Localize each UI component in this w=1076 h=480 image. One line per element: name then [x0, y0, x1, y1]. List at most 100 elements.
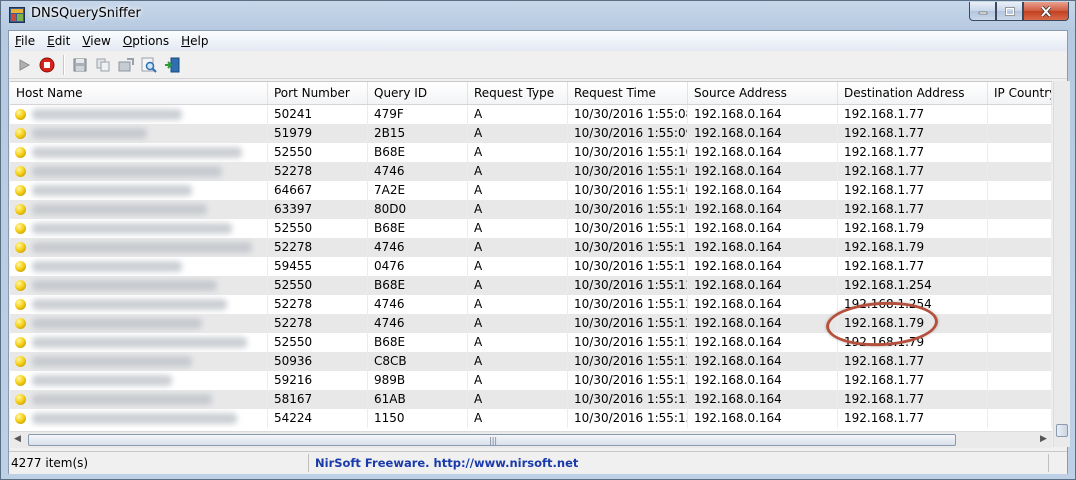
table-cell: 192.168.1.77 — [838, 105, 988, 124]
vertical-scrollbar[interactable] — [1053, 81, 1070, 447]
table-cell: 52278 — [268, 162, 368, 181]
table-cell: 52550 — [268, 333, 368, 352]
cell-text: A — [474, 373, 483, 387]
table-row[interactable]: 50241 479F A 10/30/2016 1:55:08... 192.168.0… — [10, 105, 1052, 124]
table-row[interactable]: 58167 61AB A 10/30/2016 1:55:13... 192.168.0… — [10, 390, 1052, 409]
table-cell: 192.168.0.164 — [688, 390, 838, 409]
minimize-button[interactable] — [969, 2, 996, 21]
redacted-host-name — [32, 166, 222, 177]
column-header-request-type[interactable]: Request Type — [468, 82, 568, 104]
column-header-host-name[interactable]: Host Name — [10, 82, 268, 104]
table-cell: 192.168.1.77 — [838, 409, 988, 428]
cell-text: 50936 — [274, 354, 313, 368]
cell-text: 192.168.1.79 — [844, 221, 925, 235]
scroll-left-arrow-icon[interactable]: ◀ — [14, 434, 21, 444]
menu-edit-accel: E — [47, 34, 55, 48]
cell-text: 192.168.1.77 — [844, 392, 925, 406]
query-list[interactable]: Host Name Port Number Query ID Request T… — [10, 81, 1052, 448]
maximize-button[interactable] — [996, 2, 1023, 21]
table-cell: 192.168.1.77 — [838, 257, 988, 276]
table-cell: 10/30/2016 1:55:12... — [568, 352, 688, 371]
column-header-ip-country[interactable]: IP Country — [988, 82, 1052, 104]
table-row[interactable]: 64667 7A2E A 10/30/2016 1:55:10... 192.168.0… — [10, 181, 1052, 200]
table-cell: 10/30/2016 1:55:10... — [568, 200, 688, 219]
table-row[interactable]: 63397 80D0 A 10/30/2016 1:55:10... 192.168.0… — [10, 200, 1052, 219]
table-row[interactable]: 59216 989B A 10/30/2016 1:55:13... 192.168.0… — [10, 371, 1052, 390]
redacted-host-name — [32, 394, 212, 405]
cell-text: 192.168.1.79 — [844, 316, 925, 330]
horizontal-scroll-thumb[interactable]: ||| — [28, 434, 956, 446]
column-header-destination-address[interactable]: Destination Address — [838, 82, 988, 104]
find-button[interactable] — [138, 54, 160, 76]
table-cell: 64667 — [268, 181, 368, 200]
properties-button[interactable] — [115, 54, 137, 76]
table-row[interactable]: 50936 C8CB A 10/30/2016 1:55:12... 192.168.0… — [10, 352, 1052, 371]
close-button[interactable] — [1023, 2, 1069, 21]
table-cell: 2B15 — [368, 124, 468, 143]
table-cell: 59455 — [268, 257, 368, 276]
table-row[interactable]: 52278 4746 A 10/30/2016 1:55:10... 192.168.0… — [10, 162, 1052, 181]
title-bar[interactable]: DNSQuerySniffer — [1, 1, 1075, 29]
table-cell: 63397 — [268, 200, 368, 219]
start-capture-button[interactable] — [13, 54, 35, 76]
menu-view-label: iew — [90, 34, 111, 48]
cell-text: A — [474, 392, 483, 406]
vertical-scroll-thumb[interactable] — [1056, 424, 1068, 437]
menu-help[interactable]: Help — [175, 31, 214, 51]
cell-text: 10/30/2016 1:55:10... — [574, 183, 687, 197]
grip-icon: ||| — [489, 436, 498, 445]
table-cell — [10, 276, 268, 295]
save-button[interactable] — [69, 54, 91, 76]
table-cell — [988, 181, 1052, 200]
column-header-request-time[interactable]: Request Time — [568, 82, 688, 104]
cell-text: 10/30/2016 1:55:12... — [574, 316, 687, 330]
cell-text: 192.168.0.164 — [694, 202, 782, 216]
table-cell: 10/30/2016 1:55:12... — [568, 333, 688, 352]
table-row[interactable]: 52278 4746 A 10/30/2016 1:55:12... 192.168.0… — [10, 314, 1052, 333]
table-cell: 59216 — [268, 371, 368, 390]
column-header-port-number[interactable]: Port Number — [268, 82, 368, 104]
redacted-host-name — [32, 223, 232, 234]
table-cell: 1150 — [368, 409, 468, 428]
table-row[interactable]: 52550 B68E A 10/30/2016 1:55:12... 192.168.0… — [10, 276, 1052, 295]
exit-button[interactable] — [161, 54, 183, 76]
table-cell — [988, 238, 1052, 257]
redacted-host-name — [32, 185, 192, 196]
table-cell: 192.168.1.77 — [838, 200, 988, 219]
horizontal-scrollbar[interactable]: ◀ ||| ▶ — [10, 431, 1052, 448]
find-icon — [141, 57, 157, 73]
menu-edit[interactable]: Edit — [41, 31, 76, 51]
table-row[interactable]: 54224 1150 A 10/30/2016 1:55:13... 192.168.0… — [10, 409, 1052, 428]
menu-file[interactable]: File — [9, 31, 41, 51]
stop-capture-button[interactable] — [36, 54, 58, 76]
cell-text: 192.168.1.77 — [844, 354, 925, 368]
cell-text: A — [474, 240, 483, 254]
status-nirsoft-link[interactable]: NirSoft Freeware. http://www.nirsoft.net — [309, 454, 1049, 472]
table-cell: 192.168.0.164 — [688, 295, 838, 314]
table-row[interactable]: 59455 0476 A 10/30/2016 1:55:11... 192.168.0… — [10, 257, 1052, 276]
table-cell: A — [468, 257, 568, 276]
cell-text: A — [474, 107, 483, 121]
scroll-right-arrow-icon[interactable]: ▶ — [1040, 434, 1047, 444]
table-cell: 192.168.0.164 — [688, 162, 838, 181]
redacted-host-name — [32, 356, 192, 367]
column-header-query-id[interactable]: Query ID — [368, 82, 468, 104]
table-row[interactable]: 52550 B68E A 10/30/2016 1:55:12... 192.168.0… — [10, 333, 1052, 352]
table-cell: 10/30/2016 1:55:11... — [568, 257, 688, 276]
redacted-host-name — [32, 261, 182, 272]
cell-text: 192.168.0.164 — [694, 354, 782, 368]
table-row[interactable]: 52278 4746 A 10/30/2016 1:55:11... 192.168.0… — [10, 238, 1052, 257]
table-row[interactable]: 52550 B68E A 10/30/2016 1:55:11... 192.168.0… — [10, 219, 1052, 238]
table-row[interactable]: 51979 2B15 A 10/30/2016 1:55:09... 192.168.0… — [10, 124, 1052, 143]
cell-text: 54224 — [274, 411, 313, 425]
copy-button[interactable] — [92, 54, 114, 76]
table-row[interactable]: 52550 B68E A 10/30/2016 1:55:10... 192.168.0… — [10, 143, 1052, 162]
table-cell — [10, 314, 268, 333]
cell-text: 192.168.1.77 — [844, 164, 925, 178]
cell-text: B68E — [374, 335, 406, 349]
table-cell: 192.168.1.79 — [838, 238, 988, 257]
menu-view[interactable]: View — [76, 31, 116, 51]
menu-options[interactable]: Options — [117, 31, 175, 51]
table-row[interactable]: 52278 4746 A 10/30/2016 1:55:12... 192.168.0… — [10, 295, 1052, 314]
column-header-source-address[interactable]: Source Address — [688, 82, 838, 104]
